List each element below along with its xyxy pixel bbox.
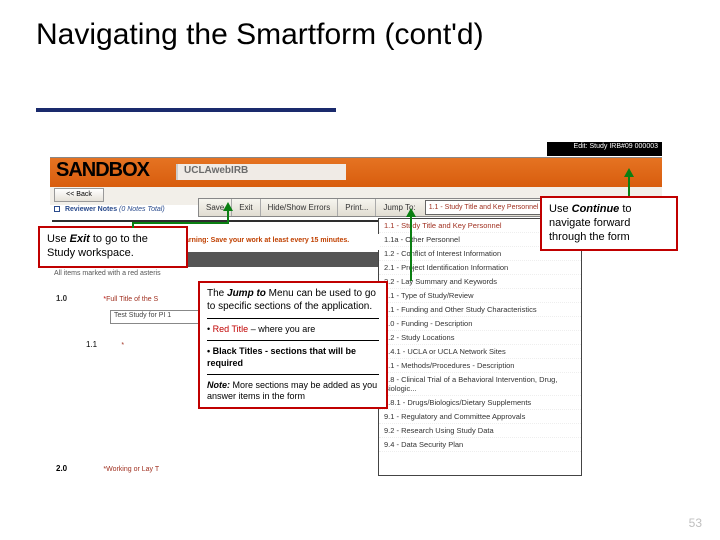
callout-jumpto: The Jump to Menu can be used to go to sp… [198, 281, 388, 409]
jumpto-item[interactable]: 7.0 - Funding - Description [379, 317, 581, 331]
app-name: UCLAwebIRB [184, 165, 248, 176]
arrow-line [410, 216, 412, 281]
expand-icon [54, 206, 60, 212]
back-button[interactable]: << Back [54, 188, 104, 202]
jumpto-item[interactable]: 9.2 - Research Using Study Data [379, 424, 581, 438]
arrow-line [132, 222, 228, 224]
jumpto-item[interactable]: 6.1 - Funding and Other Study Characteri… [379, 303, 581, 317]
sandbox-banner: SANDBOX UCLAwebIRB [50, 157, 662, 187]
row-1-1: 1.1 * [86, 340, 124, 349]
reviewer-notes-label: Reviewer Notes [65, 206, 117, 213]
arrow-line [227, 210, 229, 224]
hideshow-button[interactable]: Hide/Show Errors [261, 199, 339, 216]
jumpto-item[interactable]: 9.1 - Regulatory and Committee Approvals [379, 410, 581, 424]
jumpto-item[interactable]: 8.8 - Clinical Trial of a Behavioral Int… [379, 373, 581, 396]
alert-text: arning: Save your work at least every 15… [185, 237, 349, 244]
item-label: *Working or Lay T [103, 466, 159, 473]
arrow-line [628, 176, 630, 196]
jumpto-item[interactable]: 7.2 - Study Locations [379, 331, 581, 345]
slide-title: Navigating the Smartform (cont'd) [0, 0, 720, 55]
app-name-chip: UCLAwebIRB [176, 164, 346, 180]
callout-exit: Use Exit to go to the Study workspace. [38, 226, 188, 268]
jumpto-item[interactable]: 7.4.1 - UCLA or UCLA Network Sites [379, 345, 581, 359]
sandbox-logo: SANDBOX [56, 159, 149, 182]
edit-bar: Edit: Study IRB#09 000003 [547, 142, 662, 156]
arrow-head-icon [406, 208, 416, 217]
arrow-head-icon [624, 168, 634, 177]
jumpto-item[interactable]: 3.1 - Type of Study/Review [379, 289, 581, 303]
exit-button[interactable]: Exit [232, 199, 260, 216]
arrow-head-icon [223, 202, 233, 211]
item-label: * [121, 342, 124, 349]
title-rule [36, 108, 336, 112]
print-button[interactable]: Print... [338, 199, 376, 216]
jumpto-item[interactable]: 9.4 - Data Security Plan [379, 438, 581, 452]
item-number: 1.1 [86, 340, 97, 349]
jumpto-item[interactable]: 8.8.1 - Drugs/Biologics/Dietary Suppleme… [379, 396, 581, 410]
item-label: *Full Title of the S [103, 296, 158, 303]
jumpto-item[interactable]: 8.1 - Methods/Procedures - Description [379, 359, 581, 373]
row-2-0: 2.0 *Working or Lay T [56, 464, 159, 473]
callout-continue: Use Continue to navigate forward through… [540, 196, 678, 251]
item-number: 1.0 [56, 294, 67, 303]
reviewer-notes-count: (0 Notes Total) [119, 206, 165, 213]
required-note: All items marked with a red asteris [50, 270, 378, 277]
row-1-0: 1.0 *Full Title of the S [56, 294, 158, 303]
page-number: 53 [689, 516, 702, 530]
jumpto-menu[interactable]: 1.1 - Study Title and Key Personnel 1.1a… [378, 218, 582, 476]
reviewer-notes[interactable]: Reviewer Notes (0 Notes Total) [54, 206, 165, 213]
item-number: 2.0 [56, 464, 67, 473]
